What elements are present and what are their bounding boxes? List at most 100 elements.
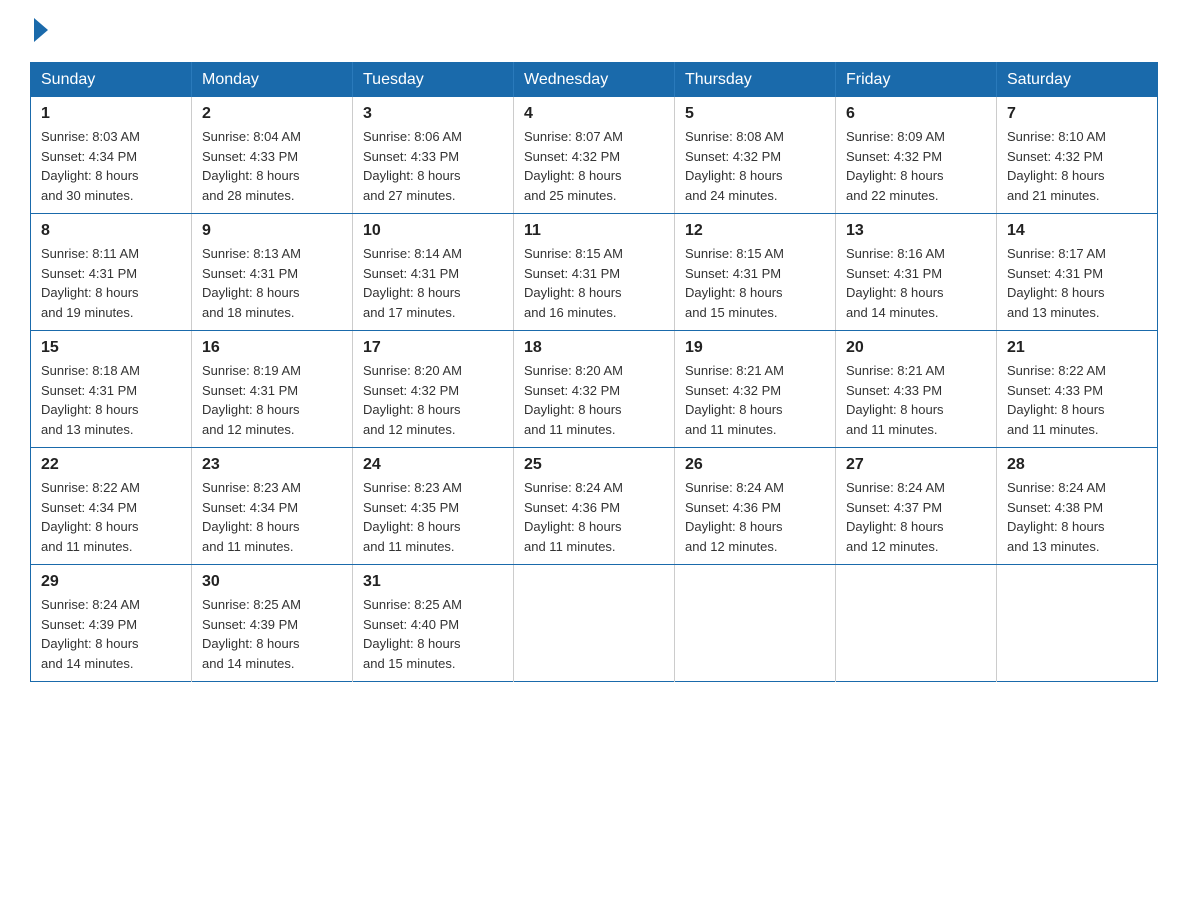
calendar-cell: 19 Sunrise: 8:21 AMSunset: 4:32 PMDaylig… [675,331,836,448]
day-info: Sunrise: 8:24 AMSunset: 4:39 PMDaylight:… [41,595,181,673]
calendar-cell: 27 Sunrise: 8:24 AMSunset: 4:37 PMDaylig… [836,448,997,565]
day-number: 28 [1007,456,1147,474]
day-number: 10 [363,222,503,240]
day-number: 2 [202,105,342,123]
calendar-week-row: 15 Sunrise: 8:18 AMSunset: 4:31 PMDaylig… [31,331,1158,448]
weekday-header-wednesday: Wednesday [514,63,675,98]
calendar-week-row: 29 Sunrise: 8:24 AMSunset: 4:39 PMDaylig… [31,565,1158,682]
day-number: 4 [524,105,664,123]
calendar-cell: 23 Sunrise: 8:23 AMSunset: 4:34 PMDaylig… [192,448,353,565]
day-info: Sunrise: 8:24 AMSunset: 4:37 PMDaylight:… [846,478,986,556]
day-number: 27 [846,456,986,474]
day-info: Sunrise: 8:25 AMSunset: 4:39 PMDaylight:… [202,595,342,673]
calendar-cell: 2 Sunrise: 8:04 AMSunset: 4:33 PMDayligh… [192,97,353,214]
weekday-header-saturday: Saturday [997,63,1158,98]
day-info: Sunrise: 8:24 AMSunset: 4:36 PMDaylight:… [685,478,825,556]
calendar-cell: 3 Sunrise: 8:06 AMSunset: 4:33 PMDayligh… [353,97,514,214]
calendar-cell: 14 Sunrise: 8:17 AMSunset: 4:31 PMDaylig… [997,214,1158,331]
day-number: 17 [363,339,503,357]
logo-arrow-icon [34,18,48,42]
weekday-header-sunday: Sunday [31,63,192,98]
calendar-cell: 15 Sunrise: 8:18 AMSunset: 4:31 PMDaylig… [31,331,192,448]
calendar-week-row: 22 Sunrise: 8:22 AMSunset: 4:34 PMDaylig… [31,448,1158,565]
calendar-cell: 24 Sunrise: 8:23 AMSunset: 4:35 PMDaylig… [353,448,514,565]
calendar-cell [514,565,675,682]
day-number: 20 [846,339,986,357]
calendar-cell: 1 Sunrise: 8:03 AMSunset: 4:34 PMDayligh… [31,97,192,214]
calendar-cell: 29 Sunrise: 8:24 AMSunset: 4:39 PMDaylig… [31,565,192,682]
day-info: Sunrise: 8:03 AMSunset: 4:34 PMDaylight:… [41,127,181,205]
calendar-cell: 20 Sunrise: 8:21 AMSunset: 4:33 PMDaylig… [836,331,997,448]
day-number: 19 [685,339,825,357]
day-info: Sunrise: 8:21 AMSunset: 4:33 PMDaylight:… [846,361,986,439]
day-number: 9 [202,222,342,240]
day-number: 24 [363,456,503,474]
weekday-header-friday: Friday [836,63,997,98]
calendar-cell: 21 Sunrise: 8:22 AMSunset: 4:33 PMDaylig… [997,331,1158,448]
day-number: 30 [202,573,342,591]
day-info: Sunrise: 8:24 AMSunset: 4:38 PMDaylight:… [1007,478,1147,556]
calendar-cell: 22 Sunrise: 8:22 AMSunset: 4:34 PMDaylig… [31,448,192,565]
day-info: Sunrise: 8:14 AMSunset: 4:31 PMDaylight:… [363,244,503,322]
day-info: Sunrise: 8:17 AMSunset: 4:31 PMDaylight:… [1007,244,1147,322]
calendar-cell: 13 Sunrise: 8:16 AMSunset: 4:31 PMDaylig… [836,214,997,331]
day-info: Sunrise: 8:22 AMSunset: 4:33 PMDaylight:… [1007,361,1147,439]
calendar-cell: 28 Sunrise: 8:24 AMSunset: 4:38 PMDaylig… [997,448,1158,565]
day-info: Sunrise: 8:07 AMSunset: 4:32 PMDaylight:… [524,127,664,205]
calendar-cell: 11 Sunrise: 8:15 AMSunset: 4:31 PMDaylig… [514,214,675,331]
calendar-cell [836,565,997,682]
day-info: Sunrise: 8:22 AMSunset: 4:34 PMDaylight:… [41,478,181,556]
day-number: 16 [202,339,342,357]
calendar-cell: 5 Sunrise: 8:08 AMSunset: 4:32 PMDayligh… [675,97,836,214]
calendar-cell: 31 Sunrise: 8:25 AMSunset: 4:40 PMDaylig… [353,565,514,682]
calendar-cell [997,565,1158,682]
day-info: Sunrise: 8:23 AMSunset: 4:34 PMDaylight:… [202,478,342,556]
day-info: Sunrise: 8:18 AMSunset: 4:31 PMDaylight:… [41,361,181,439]
calendar-cell: 8 Sunrise: 8:11 AMSunset: 4:31 PMDayligh… [31,214,192,331]
day-info: Sunrise: 8:15 AMSunset: 4:31 PMDaylight:… [685,244,825,322]
day-number: 23 [202,456,342,474]
day-info: Sunrise: 8:09 AMSunset: 4:32 PMDaylight:… [846,127,986,205]
weekday-header-row: SundayMondayTuesdayWednesdayThursdayFrid… [31,63,1158,98]
calendar-table: SundayMondayTuesdayWednesdayThursdayFrid… [30,62,1158,682]
calendar-cell: 6 Sunrise: 8:09 AMSunset: 4:32 PMDayligh… [836,97,997,214]
day-info: Sunrise: 8:10 AMSunset: 4:32 PMDaylight:… [1007,127,1147,205]
day-info: Sunrise: 8:04 AMSunset: 4:33 PMDaylight:… [202,127,342,205]
page-header [30,20,1158,42]
day-number: 8 [41,222,181,240]
calendar-cell: 4 Sunrise: 8:07 AMSunset: 4:32 PMDayligh… [514,97,675,214]
day-number: 6 [846,105,986,123]
day-number: 25 [524,456,664,474]
day-number: 29 [41,573,181,591]
calendar-cell: 10 Sunrise: 8:14 AMSunset: 4:31 PMDaylig… [353,214,514,331]
calendar-cell: 25 Sunrise: 8:24 AMSunset: 4:36 PMDaylig… [514,448,675,565]
calendar-week-row: 8 Sunrise: 8:11 AMSunset: 4:31 PMDayligh… [31,214,1158,331]
day-number: 26 [685,456,825,474]
day-number: 31 [363,573,503,591]
day-info: Sunrise: 8:13 AMSunset: 4:31 PMDaylight:… [202,244,342,322]
day-info: Sunrise: 8:15 AMSunset: 4:31 PMDaylight:… [524,244,664,322]
day-number: 21 [1007,339,1147,357]
day-info: Sunrise: 8:11 AMSunset: 4:31 PMDaylight:… [41,244,181,322]
weekday-header-tuesday: Tuesday [353,63,514,98]
calendar-cell: 12 Sunrise: 8:15 AMSunset: 4:31 PMDaylig… [675,214,836,331]
day-info: Sunrise: 8:23 AMSunset: 4:35 PMDaylight:… [363,478,503,556]
calendar-cell: 17 Sunrise: 8:20 AMSunset: 4:32 PMDaylig… [353,331,514,448]
day-number: 11 [524,222,664,240]
day-info: Sunrise: 8:20 AMSunset: 4:32 PMDaylight:… [363,361,503,439]
day-info: Sunrise: 8:20 AMSunset: 4:32 PMDaylight:… [524,361,664,439]
day-number: 14 [1007,222,1147,240]
day-number: 1 [41,105,181,123]
calendar-cell: 30 Sunrise: 8:25 AMSunset: 4:39 PMDaylig… [192,565,353,682]
day-info: Sunrise: 8:19 AMSunset: 4:31 PMDaylight:… [202,361,342,439]
calendar-cell: 16 Sunrise: 8:19 AMSunset: 4:31 PMDaylig… [192,331,353,448]
day-info: Sunrise: 8:08 AMSunset: 4:32 PMDaylight:… [685,127,825,205]
calendar-week-row: 1 Sunrise: 8:03 AMSunset: 4:34 PMDayligh… [31,97,1158,214]
day-number: 3 [363,105,503,123]
day-info: Sunrise: 8:24 AMSunset: 4:36 PMDaylight:… [524,478,664,556]
day-number: 15 [41,339,181,357]
weekday-header-monday: Monday [192,63,353,98]
day-number: 22 [41,456,181,474]
calendar-cell: 7 Sunrise: 8:10 AMSunset: 4:32 PMDayligh… [997,97,1158,214]
day-info: Sunrise: 8:21 AMSunset: 4:32 PMDaylight:… [685,361,825,439]
